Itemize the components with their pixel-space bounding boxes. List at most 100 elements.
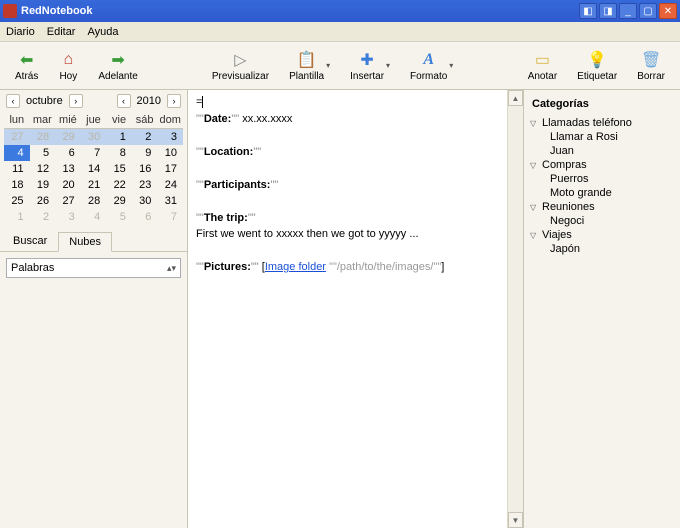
- editor-content[interactable]: = ""Date:"" xx.xx.xxxx ""Location:"" ""P…: [196, 94, 515, 276]
- menu-editar[interactable]: Editar: [47, 26, 76, 38]
- editor-scrollbar[interactable]: ▲ ▼: [507, 90, 523, 528]
- calendar-day[interactable]: 11: [4, 161, 30, 177]
- menu-ayuda[interactable]: Ayuda: [87, 26, 118, 38]
- calendar-day[interactable]: 9: [132, 145, 158, 161]
- calendar-day[interactable]: 21: [81, 177, 107, 193]
- bulb-icon: 💡: [587, 50, 607, 70]
- format-button[interactable]: AFormato▾: [403, 47, 460, 85]
- calendar-day[interactable]: 30: [81, 129, 107, 146]
- calendar-day[interactable]: 28: [81, 193, 107, 209]
- calendar-day[interactable]: 26: [30, 193, 56, 209]
- category-item[interactable]: ▽Viajes: [528, 228, 676, 242]
- tab-buscar[interactable]: Buscar: [2, 231, 58, 251]
- calendar-day[interactable]: 5: [30, 145, 56, 161]
- editor-pane[interactable]: = ""Date:"" xx.xx.xxxx ""Location:"" ""P…: [188, 90, 524, 528]
- words-combo[interactable]: Palabras ▴▾: [6, 258, 181, 278]
- annotate-button[interactable]: ▭Anotar: [521, 47, 564, 85]
- combo-label: Palabras: [11, 262, 54, 274]
- category-item[interactable]: ▽Compras: [528, 158, 676, 172]
- month-label[interactable]: octubre: [26, 95, 63, 107]
- scroll-up-icon[interactable]: ▲: [508, 90, 523, 106]
- preview-button[interactable]: ▷Previsualizar: [205, 47, 276, 85]
- calendar-day[interactable]: 17: [157, 161, 183, 177]
- prev-year-button[interactable]: ‹: [117, 94, 131, 108]
- tag-button[interactable]: 💡Etiquetar: [570, 47, 624, 85]
- chevron-down-icon: ▾: [386, 61, 390, 70]
- next-month-button[interactable]: ›: [69, 94, 83, 108]
- calendar-day[interactable]: 2: [132, 129, 158, 146]
- calendar-day[interactable]: 27: [4, 129, 30, 146]
- plus-icon: ✚: [357, 50, 377, 70]
- chevron-updown-icon: ▴▾: [167, 263, 176, 274]
- calendar-day[interactable]: 29: [55, 129, 81, 146]
- category-item[interactable]: ▽Reuniones: [528, 200, 676, 214]
- home-icon: ⌂: [58, 50, 78, 70]
- minimize-button[interactable]: _: [619, 3, 637, 19]
- scroll-down-icon[interactable]: ▼: [508, 512, 523, 528]
- category-child[interactable]: Puerros: [528, 172, 676, 186]
- calendar-day[interactable]: 30: [132, 193, 158, 209]
- forward-button[interactable]: ➡Adelante: [91, 47, 144, 85]
- template-button[interactable]: 📋Plantilla▾: [282, 47, 337, 85]
- window-extra2-button[interactable]: ◨: [599, 3, 617, 19]
- calendar[interactable]: lunmarmiéjueviesábdom2728293012345678910…: [0, 112, 187, 225]
- calendar-day[interactable]: 23: [132, 177, 158, 193]
- calendar-day[interactable]: 3: [157, 129, 183, 146]
- calendar-day[interactable]: 14: [81, 161, 107, 177]
- menu-diario[interactable]: Diario: [6, 26, 35, 38]
- calendar-day[interactable]: 12: [30, 161, 56, 177]
- calendar-day[interactable]: 4: [4, 145, 30, 161]
- year-label[interactable]: 2010: [137, 95, 161, 107]
- calendar-day[interactable]: 7: [81, 145, 107, 161]
- next-year-button[interactable]: ›: [167, 94, 181, 108]
- category-child[interactable]: Negoci: [528, 214, 676, 228]
- delete-button[interactable]: 🗑Borrar: [630, 47, 672, 85]
- calendar-day[interactable]: 1: [4, 209, 30, 225]
- tab-nubes[interactable]: Nubes: [58, 232, 112, 252]
- category-child[interactable]: Llamar a Rosi: [528, 130, 676, 144]
- calendar-day[interactable]: 19: [30, 177, 56, 193]
- calendar-day[interactable]: 6: [132, 209, 158, 225]
- maximize-button[interactable]: ▢: [639, 3, 657, 19]
- triangle-down-icon: ▽: [530, 119, 540, 128]
- calendar-day[interactable]: 16: [132, 161, 158, 177]
- calendar-day[interactable]: 28: [30, 129, 56, 146]
- calendar-day[interactable]: 27: [55, 193, 81, 209]
- calendar-day[interactable]: 6: [55, 145, 81, 161]
- calendar-day[interactable]: 3: [55, 209, 81, 225]
- image-folder-link[interactable]: Image folder: [265, 261, 326, 273]
- calendar-day[interactable]: 2: [30, 209, 56, 225]
- calendar-day[interactable]: 20: [55, 177, 81, 193]
- calendar-day[interactable]: 7: [157, 209, 183, 225]
- calendar-day[interactable]: 25: [4, 193, 30, 209]
- left-tabs: Buscar Nubes: [0, 231, 187, 252]
- calendar-day[interactable]: 24: [157, 177, 183, 193]
- categories-title: Categorías: [528, 96, 676, 116]
- category-child[interactable]: Juan: [528, 144, 676, 158]
- calendar-day[interactable]: 1: [106, 129, 132, 146]
- window-title: RedNotebook: [21, 5, 579, 17]
- category-child[interactable]: Moto grande: [528, 186, 676, 200]
- back-button[interactable]: ⬅Atrás: [8, 47, 45, 85]
- calendar-day[interactable]: 29: [106, 193, 132, 209]
- calendar-day[interactable]: 22: [106, 177, 132, 193]
- triangle-down-icon: ▽: [530, 161, 540, 170]
- window-extra1-button[interactable]: ◧: [579, 3, 597, 19]
- calendar-day[interactable]: 5: [106, 209, 132, 225]
- category-item[interactable]: ▽Llamadas teléfono: [528, 116, 676, 130]
- calendar-day[interactable]: 18: [4, 177, 30, 193]
- left-pane: ‹ octubre › ‹ 2010 › lunmarmiéjueviesábd…: [0, 90, 188, 528]
- close-button[interactable]: ✕: [659, 3, 677, 19]
- dow-header: mié: [55, 112, 81, 129]
- category-child[interactable]: Japón: [528, 242, 676, 256]
- calendar-day[interactable]: 8: [106, 145, 132, 161]
- today-button[interactable]: ⌂Hoy: [51, 47, 85, 85]
- calendar-day[interactable]: 31: [157, 193, 183, 209]
- calendar-day[interactable]: 13: [55, 161, 81, 177]
- calendar-day[interactable]: 10: [157, 145, 183, 161]
- calendar-day[interactable]: 15: [106, 161, 132, 177]
- clipboard-icon: 📋: [297, 50, 317, 70]
- calendar-day[interactable]: 4: [81, 209, 107, 225]
- prev-month-button[interactable]: ‹: [6, 94, 20, 108]
- insert-button[interactable]: ✚Insertar▾: [343, 47, 397, 85]
